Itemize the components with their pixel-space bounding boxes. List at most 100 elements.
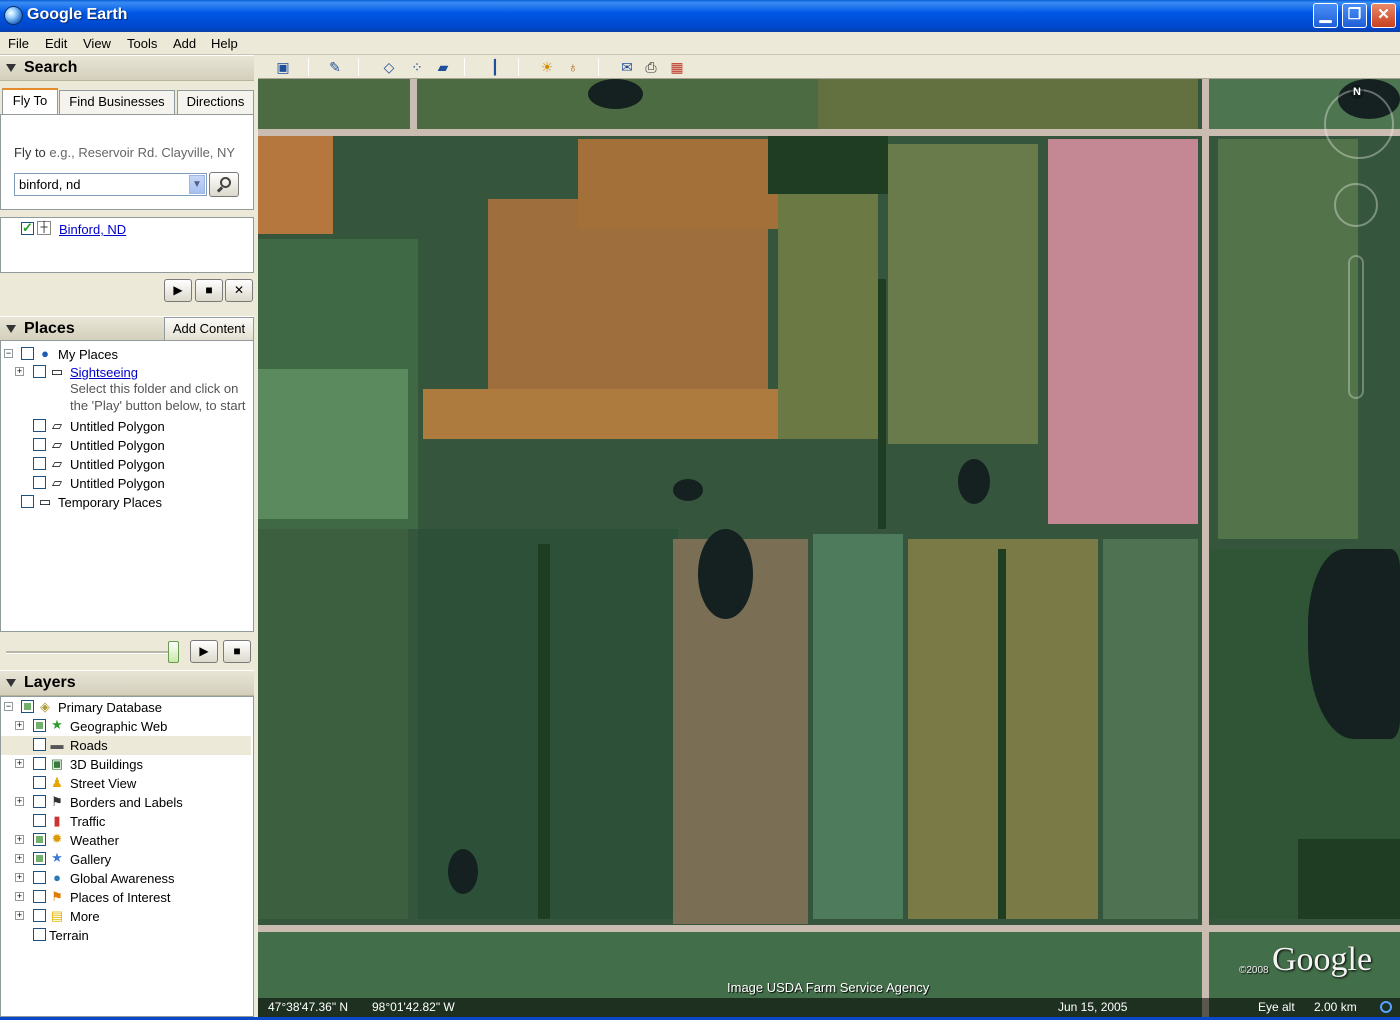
email-icon[interactable]: ✉	[616, 57, 638, 77]
polygon-checkbox[interactable]	[33, 438, 46, 451]
layer-row[interactable]: + ★ Gallery	[1, 850, 251, 869]
layer-row[interactable]: + ▣ 3D Buildings	[1, 755, 251, 774]
layer-row[interactable]: ▮ Traffic	[1, 812, 251, 831]
add-image-overlay-icon[interactable]: ▰	[432, 57, 454, 77]
my-places-row[interactable]: − ● My Places	[1, 345, 251, 364]
layer-checkbox[interactable]	[33, 795, 46, 808]
menu-edit[interactable]: Edit	[45, 36, 67, 51]
terrain-row[interactable]: Terrain	[1, 926, 251, 945]
layer-label: Roads	[70, 738, 108, 753]
layer-checkbox[interactable]	[33, 719, 46, 732]
expand-expander-icon[interactable]: +	[15, 892, 24, 901]
polygon-row[interactable]: ▱ Untitled Polygon	[1, 455, 251, 474]
my-places-checkbox[interactable]	[21, 347, 34, 360]
primary-database-checkbox[interactable]	[21, 700, 34, 713]
temporary-places-row[interactable]: ▭ Temporary Places	[1, 493, 251, 512]
google-maps-icon[interactable]: ▦	[666, 57, 688, 77]
menu-file[interactable]: File	[8, 36, 29, 51]
sunlight-icon[interactable]: ☀	[536, 57, 558, 77]
look-joystick[interactable]	[1334, 183, 1378, 227]
tour-slider-track[interactable]	[6, 651, 176, 654]
tab-find-businesses[interactable]: Find Businesses	[59, 90, 175, 114]
layer-row[interactable]: + ⚑ Places of Interest	[1, 888, 251, 907]
clear-results-button[interactable]: ✕	[225, 279, 253, 302]
polygon-row[interactable]: ▱ Untitled Polygon	[1, 474, 251, 493]
menu-help[interactable]: Help	[211, 36, 238, 51]
menu-view[interactable]: View	[83, 36, 111, 51]
polygon-row[interactable]: ▱ Untitled Polygon	[1, 417, 251, 436]
stop-places-button[interactable]: ■	[223, 640, 251, 663]
layer-checkbox[interactable]	[33, 871, 46, 884]
play-tour-button[interactable]: ▶	[164, 279, 192, 302]
sightseeing-row[interactable]: + ▭ Sightseeing	[1, 363, 251, 382]
expand-expander-icon[interactable]: +	[15, 911, 24, 920]
polygon-checkbox[interactable]	[33, 457, 46, 470]
layer-row[interactable]: + ✹ Weather	[1, 831, 251, 850]
layer-checkbox[interactable]	[33, 757, 46, 770]
layer-checkbox[interactable]	[33, 890, 46, 903]
compass-ring[interactable]	[1324, 89, 1394, 159]
close-window-button[interactable]: ✕	[1371, 3, 1396, 28]
layers-panel-header[interactable]: Layers	[0, 670, 254, 696]
play-places-button[interactable]: ▶	[190, 640, 218, 663]
menu-tools[interactable]: Tools	[127, 36, 157, 51]
ruler-icon[interactable]: ┃	[484, 57, 506, 77]
zoom-slider[interactable]	[1348, 255, 1364, 399]
layer-row[interactable]: + ▤ More	[1, 907, 251, 926]
stop-tour-button[interactable]: ■	[195, 279, 223, 302]
add-polygon-icon[interactable]: ◇	[378, 57, 400, 77]
menu-add[interactable]: Add	[173, 36, 196, 51]
tour-slider-thumb[interactable]	[168, 641, 179, 663]
layer-row[interactable]: + ● Global Awareness	[1, 869, 251, 888]
sightseeing-checkbox[interactable]	[33, 365, 46, 378]
map-view[interactable]: N ©2008 Google Image USDA Farm Service A…	[258, 79, 1400, 1017]
polygon-row[interactable]: ▱ Untitled Polygon	[1, 436, 251, 455]
layer-checkbox[interactable]	[33, 833, 46, 846]
add-placemark-icon[interactable]: ✎	[324, 57, 346, 77]
layer-checkbox[interactable]	[33, 814, 46, 827]
polygon-checkbox[interactable]	[33, 476, 46, 489]
expand-expander-icon[interactable]: +	[15, 797, 24, 806]
minimize-button[interactable]: ▁	[1313, 3, 1338, 28]
result-checkbox[interactable]	[21, 220, 34, 236]
result-row[interactable]: ┼ Binford, ND	[9, 220, 249, 239]
expand-expander-icon[interactable]: +	[15, 835, 24, 844]
terrain-checkbox[interactable]	[33, 928, 46, 941]
search-button[interactable]	[209, 172, 239, 197]
add-content-button[interactable]: Add Content	[164, 317, 254, 341]
layer-row[interactable]: ♟ Street View	[1, 774, 251, 793]
collapse-expander-icon[interactable]: −	[4, 702, 13, 711]
sidebar-toggle-icon[interactable]: ▣	[272, 57, 294, 77]
tab-fly-to[interactable]: Fly To	[2, 88, 58, 114]
layer-checkbox[interactable]	[33, 776, 46, 789]
layer-checkbox[interactable]	[33, 852, 46, 865]
collapse-triangle-icon[interactable]	[6, 64, 16, 72]
expand-expander-icon[interactable]: +	[15, 721, 24, 730]
primary-database-row[interactable]: − ◈ Primary Database	[1, 698, 251, 717]
north-indicator[interactable]: N	[1350, 85, 1364, 99]
expand-expander-icon[interactable]: +	[15, 854, 24, 863]
temporary-places-checkbox[interactable]	[21, 495, 34, 508]
layer-row[interactable]: + ⚑ Borders and Labels	[1, 793, 251, 812]
add-path-icon[interactable]: ⁘	[406, 57, 428, 77]
layer-row-selected[interactable]: ▬ Roads	[1, 736, 251, 755]
expand-expander-icon[interactable]: +	[15, 873, 24, 882]
expand-expander-icon[interactable]: +	[15, 759, 24, 768]
layer-checkbox[interactable]	[33, 909, 46, 922]
collapse-expander-icon[interactable]: −	[4, 349, 13, 358]
sightseeing-link[interactable]: Sightseeing	[70, 365, 138, 380]
layer-checkbox[interactable]	[33, 738, 46, 751]
polygon-checkbox[interactable]	[33, 419, 46, 432]
layer-row[interactable]: + ★ Geographic Web	[1, 717, 251, 736]
collapse-triangle-icon[interactable]	[6, 679, 16, 687]
fly-to-input[interactable]	[14, 173, 207, 196]
dropdown-arrow-icon[interactable]: ▼	[189, 175, 205, 194]
print-icon[interactable]: ⎙	[640, 57, 662, 77]
result-binford-link[interactable]: Binford, ND	[59, 222, 126, 237]
maximize-button[interactable]: ❐	[1342, 3, 1367, 28]
collapse-triangle-icon[interactable]	[6, 325, 16, 333]
search-panel-header[interactable]: Search	[0, 55, 254, 81]
expand-expander-icon[interactable]: +	[15, 367, 24, 376]
planet-icon[interactable]: ♁	[562, 57, 584, 77]
tab-directions[interactable]: Directions	[177, 90, 254, 114]
